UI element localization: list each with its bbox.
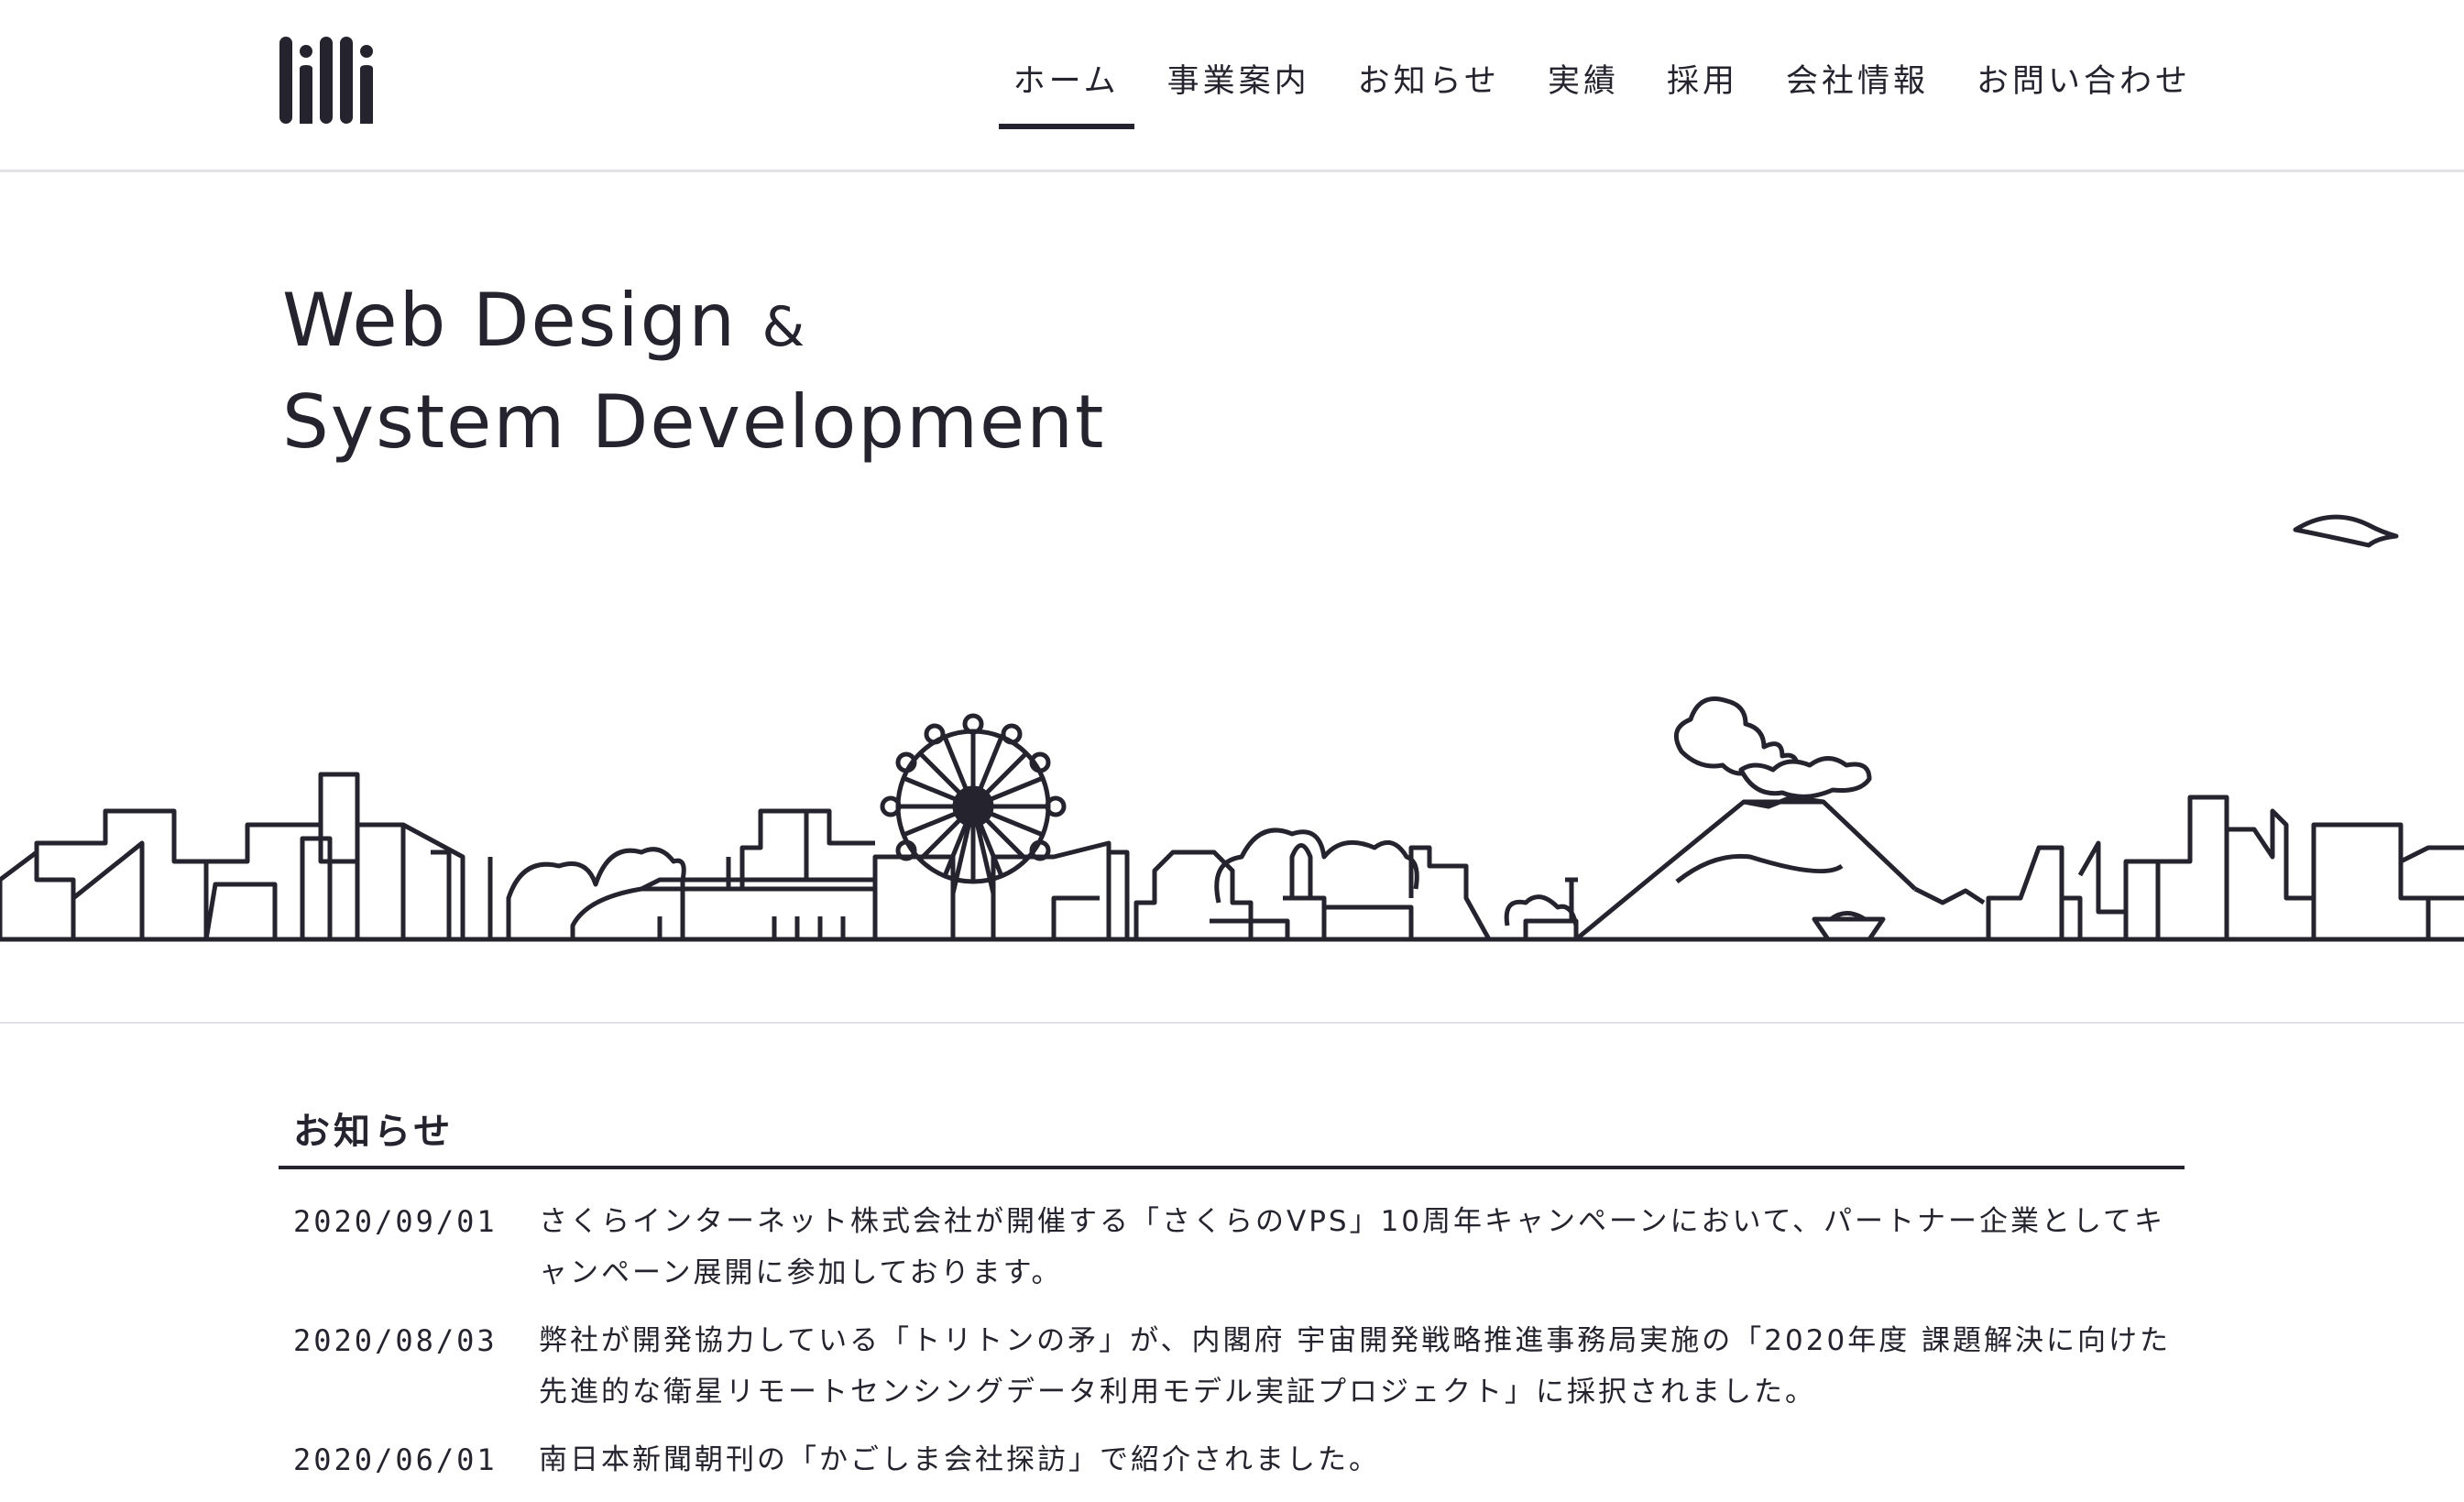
lilli-logo[interactable] xyxy=(279,37,408,128)
news-date: 2020/06/01 xyxy=(293,1442,498,1477)
news-list: 2020/09/01 さくらインターネット株式会社が開催する「さくらのVPS」1… xyxy=(293,1196,2181,1502)
bird-icon xyxy=(2293,514,2399,548)
news-text[interactable]: さくらインターネット株式会社が開催する「さくらのVPS」10周年キャンペーンにお… xyxy=(539,1196,2179,1299)
news-item[interactable]: 2020/08/03 弊社が開発協力している「トリトンの矛」が、内閣府 宇宙開発… xyxy=(293,1315,2181,1418)
news-item[interactable]: 2020/09/01 さくらインターネット株式会社が開催する「さくらのVPS」1… xyxy=(293,1196,2181,1299)
nav-item-news[interactable]: お知らせ xyxy=(1358,55,1500,129)
nav-item-works[interactable]: 実績 xyxy=(1548,55,1619,129)
main-nav: ホーム 事業案内 お知らせ 実績 採用 会社情報 お問い合わせ xyxy=(966,55,2191,129)
nav-item-services[interactable]: 事業案内 xyxy=(1167,55,1310,129)
volcano-icon xyxy=(1574,696,1986,941)
news-heading-rule xyxy=(279,1166,2185,1169)
hero-line-1: Web Design xyxy=(282,278,738,363)
section-divider xyxy=(0,1022,2464,1024)
hero-ampersand: & xyxy=(761,295,807,359)
news-text[interactable]: 弊社が開発協力している「トリトンの矛」が、内閣府 宇宙開発戦略推進事務局実施の「… xyxy=(539,1315,2179,1418)
nav-item-recruit[interactable]: 採用 xyxy=(1667,55,1738,129)
ferris-wheel-icon xyxy=(880,713,1067,894)
news-text[interactable]: 南日本新聞朝刊の「かごしま会社探訪」で紹介されました。 xyxy=(539,1434,2179,1486)
cityscape-illustration xyxy=(0,514,2464,942)
nav-item-company[interactable]: 会社情報 xyxy=(1786,55,1929,129)
nav-item-home[interactable]: ホーム xyxy=(998,55,1134,129)
hero-line-2: System Development xyxy=(282,379,1106,465)
news-date: 2020/09/01 xyxy=(293,1204,498,1239)
news-heading: お知らせ xyxy=(293,1111,454,1153)
boat-icon xyxy=(1812,911,1886,942)
news-date: 2020/08/03 xyxy=(293,1323,498,1358)
nav-item-contact[interactable]: お問い合わせ xyxy=(1977,55,2191,129)
site-header: ホーム 事業案内 お知らせ 実績 採用 会社情報 お問い合わせ xyxy=(0,0,2464,172)
news-item[interactable]: 2020/06/01 南日本新聞朝刊の「かごしま会社探訪」で紹介されました。 xyxy=(293,1434,2181,1486)
hero-title: Web Design & System Development xyxy=(282,273,1105,469)
